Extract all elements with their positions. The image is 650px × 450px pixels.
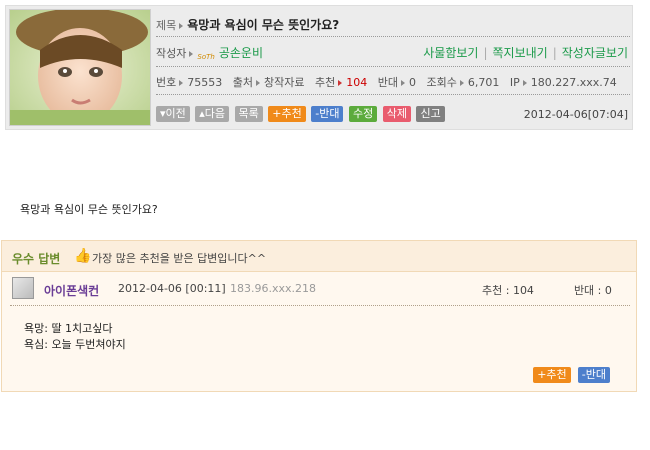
edit-button[interactable]: 수정 (348, 106, 378, 122)
answer-meta-row: 아이폰색컨 2012-04-06 [00:11] 183.96.xxx.218 … (10, 277, 630, 306)
recommend-count: 104 (346, 76, 368, 89)
report-button[interactable]: 신고 (416, 106, 445, 122)
best-answer-label: 우수 답변 (12, 252, 61, 266)
view-writer-posts-link[interactable]: 작성자글보기 (562, 46, 628, 60)
oppose-count: 0 (408, 76, 416, 89)
send-message-link[interactable]: 쪽지보내기 (493, 46, 548, 60)
answer-vote-buttons: +추천 -반대 (533, 367, 612, 386)
arrow-icon (189, 50, 194, 57)
views-count: 6,701 (467, 76, 500, 89)
answer-line: 욕심: 오늘 두번쳐야지 (24, 338, 126, 351)
arrow-icon (179, 79, 184, 86)
source-value: 창작자료 (264, 76, 305, 89)
answerer-avatar (12, 277, 34, 299)
answer-line: 욕망: 딸 1치고싶다 (24, 322, 113, 335)
thumbs-up-icon: 👍 (74, 248, 92, 264)
stats-row: 번호 75553 출처 창작자료 추천 104 반대 0 조회수 6,701 IP 180.… (156, 74, 630, 95)
ip-label: IP (509, 76, 520, 89)
separator: | (552, 46, 557, 60)
best-answer-header: 우수 답변 👍 가장 많은 추천을 받은 답변입니다^^ (2, 241, 636, 272)
post-number-label: 번호 (156, 76, 177, 89)
writer-name-link[interactable]: 공손운비 (219, 46, 263, 60)
oppose-button[interactable]: -반대 (311, 106, 344, 122)
answer-oppose-button[interactable]: -반대 (577, 367, 610, 383)
arrow-icon (459, 79, 464, 86)
writer-row: 작성자 SoTh 공손운비 사물함보기 | 쪽지보내기 | 작성자글보기 (156, 44, 630, 67)
answer-stats: 추천 : 104 반대 : 0 (482, 282, 612, 298)
delete-button[interactable]: 삭제 (382, 106, 411, 122)
answer-date: 2012-04-06 [00:11] (118, 282, 226, 295)
writer-label: 작성자 (156, 47, 187, 60)
arrow-icon (338, 79, 343, 86)
writer-actions: 사물함보기 | 쪽지보내기 | 작성자글보기 (423, 44, 628, 61)
answer-recommend-button[interactable]: +추천 (533, 367, 571, 383)
arrow-icon (256, 79, 260, 86)
answer-oppose-count: 반대 : 0 (573, 284, 612, 297)
oppose-label: 반대 (377, 76, 398, 89)
views-label: 조회수 (426, 76, 457, 89)
view-locker-link[interactable]: 사물함보기 (423, 46, 478, 60)
recommend-label: 추천 (314, 76, 336, 89)
answerer-name-link[interactable]: 아이폰색컨 (44, 282, 99, 299)
level-badge-icon: SoTh (197, 53, 215, 61)
ip-value: 180.227.xxx.74 (530, 76, 617, 89)
answer-body: 욕망: 딸 1치고싶다 욕심: 오늘 두번쳐야지 (24, 321, 126, 353)
post-header: 제목 욕망과 욕심이 무슨 뜻인가요? 작성자 SoTh 공손운비 사물함보기 | 쪽지보… (5, 5, 633, 130)
prev-button[interactable]: ▾이전 (156, 106, 190, 122)
child-photo-image (10, 10, 150, 125)
answer-ip: 183.96.xxx.218 (230, 282, 317, 295)
best-answer-box: 우수 답변 👍 가장 많은 추천을 받은 답변입니다^^ 아이폰색컨 2012-… (1, 240, 637, 392)
post-date: 2012-04-06[07:04] (523, 108, 628, 121)
arrow-icon (179, 22, 184, 29)
list-button[interactable]: 목록 (234, 106, 263, 122)
post-info: 제목 욕망과 욕심이 무슨 뜻인가요? 작성자 SoTh 공손운비 사물함보기 | 쪽지보… (156, 6, 630, 131)
source-label: 출처 (232, 76, 253, 89)
arrow-icon (522, 79, 527, 86)
separator: | (483, 46, 488, 60)
question-body: 욕망과 욕심이 무슨 뜻인가요? (20, 203, 158, 216)
writer-profile-photo (9, 9, 151, 126)
post-title: 욕망과 욕심이 무슨 뜻인가요? (187, 18, 340, 32)
post-number: 75553 (187, 76, 223, 89)
next-button[interactable]: ▴다음 (195, 106, 230, 122)
recommend-button[interactable]: +추천 (268, 106, 306, 122)
title-row: 제목 욕망과 욕심이 무슨 뜻인가요? (156, 16, 630, 37)
action-buttons: ▾이전 ▴다음 목록 +추천 -반대 수정 삭제 신고 2012-04-06[0… (156, 106, 630, 126)
title-label: 제목 (156, 19, 177, 32)
arrow-icon (400, 79, 405, 86)
best-answer-description: 가장 많은 추천을 받은 답변입니다^^ (92, 252, 267, 265)
answer-recommend-count: 추천 : 104 (482, 284, 534, 297)
